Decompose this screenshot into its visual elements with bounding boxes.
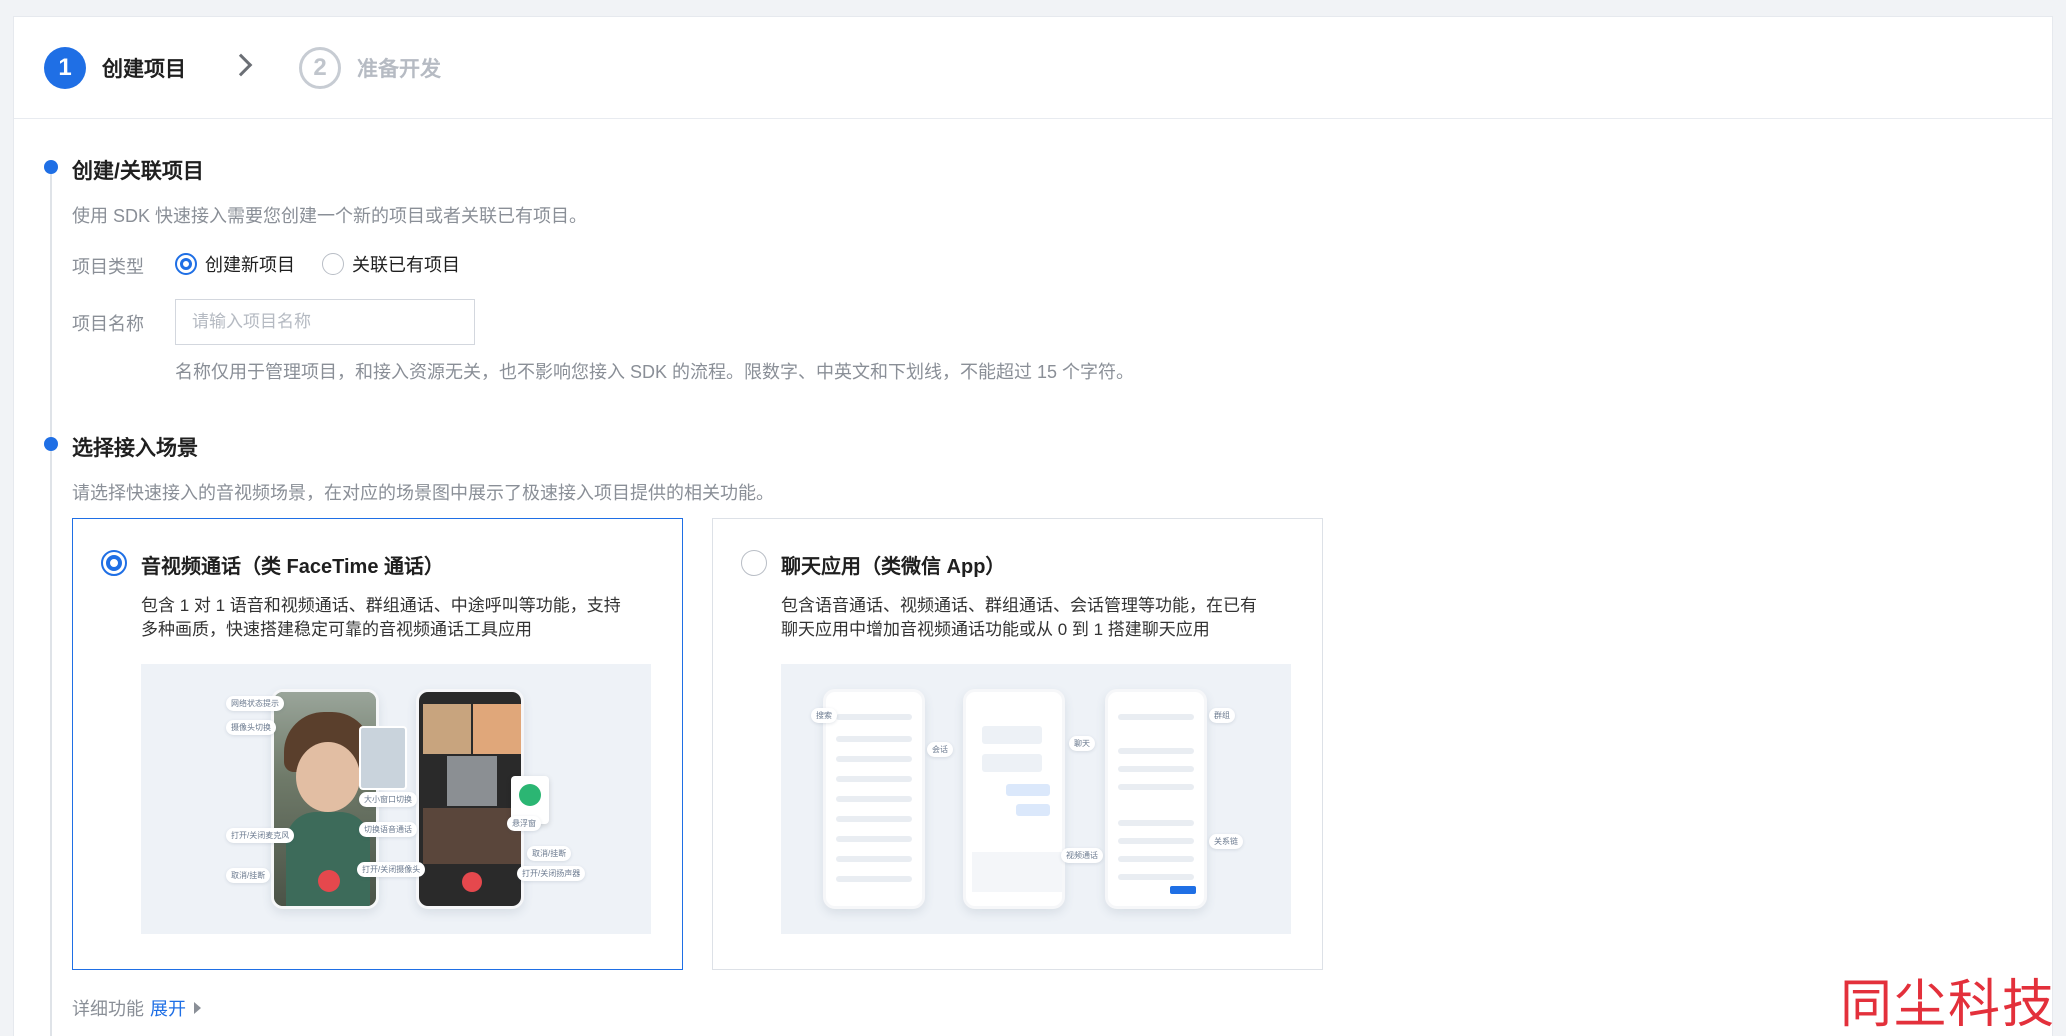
small-window	[359, 726, 407, 790]
radio-link-existing[interactable]: 关联已有项目	[322, 251, 460, 277]
section-title-scene: 选择接入场景	[72, 437, 198, 460]
feature-tag: 取消/挂断	[226, 868, 271, 883]
video-tile	[447, 756, 497, 806]
project-name-input[interactable]	[175, 299, 475, 345]
list-item	[836, 756, 912, 762]
timeline-dot	[44, 437, 58, 451]
feature-tag: 打开/关闭摄像头	[357, 862, 426, 877]
scene-desc-line: 聊天应用中增加音视频通话功能或从 0 到 1 搭建聊天应用	[781, 620, 1210, 639]
list-item	[1118, 874, 1194, 880]
radio-checked-icon	[175, 253, 197, 275]
timeline-line	[50, 167, 52, 1036]
search-bar	[836, 714, 912, 720]
video-tile	[423, 808, 521, 864]
feature-tag: 悬浮窗	[507, 816, 541, 831]
scene-card-av-call[interactable]: 音视频通话（类 FaceTime 通话） 包含 1 对 1 语音和视频通话、群组…	[72, 518, 683, 970]
feature-tag: 群组	[1209, 708, 1235, 723]
scene-description: 包含语音通话、视频通话、群组通话、会话管理等功能，在已有 聊天应用中增加音视频通…	[781, 594, 1301, 642]
step-2-number: 2	[299, 47, 341, 89]
feature-tag: 打开/关闭麦克风	[226, 828, 295, 843]
scene-title: 聊天应用（类微信 App）	[781, 556, 1006, 578]
list-item	[1118, 784, 1194, 790]
chevron-right-icon	[229, 53, 253, 77]
list-item	[836, 736, 912, 742]
feature-tag: 大小窗口切换	[359, 792, 417, 807]
step-create-project[interactable]: 1 创建项目	[44, 46, 186, 90]
main-card: 1 创建项目 2 准备开发 创建/关联项目 使用 SDK 快速接入需要您创建一个…	[13, 16, 2053, 1036]
list-item	[836, 796, 912, 802]
list-item	[1118, 766, 1194, 772]
video-tile	[423, 704, 471, 754]
list-item	[1118, 820, 1194, 826]
watermark: 同尘科技	[1840, 977, 2057, 1034]
phone-mockup-chat	[963, 689, 1065, 909]
steps-bar: 1 创建项目 2 准备开发	[14, 17, 2052, 119]
scene-desc-line: 包含 1 对 1 语音和视频通话、群组通话、中途呼叫等功能，支持	[141, 596, 621, 615]
feature-tag: 会话	[927, 742, 953, 757]
step-1-label: 创建项目	[102, 58, 186, 81]
list-item	[836, 856, 912, 862]
list-item	[1118, 838, 1194, 844]
list-item	[1118, 856, 1194, 862]
feature-tag: 网络状态提示	[226, 696, 284, 711]
project-name-label: 项目名称	[72, 314, 144, 334]
step-prepare-dev[interactable]: 2 准备开发	[299, 46, 441, 90]
feature-tag: 切换语音通话	[359, 822, 417, 837]
list-item	[836, 776, 912, 782]
person-face	[296, 742, 360, 812]
search-bar	[1118, 714, 1194, 720]
feature-tag: 聊天	[1069, 736, 1095, 751]
scene-illustration-av-call: 网络状态提示 摄像头切换 打开/关闭麦克风 取消/挂断 大小窗口切换 切换语音通…	[141, 664, 651, 934]
feature-tag: 取消/挂断	[527, 846, 572, 861]
radio-unchecked-icon[interactable]	[741, 550, 767, 576]
video-tile	[473, 704, 521, 754]
radio-create-new-label: 创建新项目	[205, 255, 295, 275]
list-item	[836, 816, 912, 822]
hangup-icon	[318, 870, 340, 892]
chat-bubble	[1006, 784, 1050, 796]
confirm-button	[1170, 886, 1196, 894]
section-title-create: 创建/关联项目	[72, 160, 204, 183]
radio-checked-icon[interactable]	[101, 550, 127, 576]
project-type-label: 项目类型	[72, 257, 144, 277]
step-2-label: 准备开发	[357, 58, 441, 81]
input-panel	[972, 852, 1062, 892]
chat-bubble	[982, 726, 1042, 744]
list-item	[836, 876, 912, 882]
detail-label: 详细功能	[72, 999, 144, 1019]
step-1-number: 1	[44, 47, 86, 89]
scene-card-chat-app[interactable]: 聊天应用（类微信 App） 包含语音通话、视频通话、群组通话、会话管理等功能，在…	[712, 518, 1323, 970]
scene-desc-line: 包含语音通话、视频通话、群组通话、会话管理等功能，在已有	[781, 596, 1257, 615]
feature-tag: 打开/关闭扬声器	[517, 866, 586, 881]
project-name-hint: 名称仅用于管理项目，和接入资源无关，也不影响您接入 SDK 的流程。限数字、中英…	[175, 362, 1135, 382]
person-body	[286, 812, 370, 906]
list-item	[1118, 748, 1194, 754]
caret-right-icon[interactable]	[194, 1002, 201, 1014]
section-description: 使用 SDK 快速接入需要您创建一个新的项目或者关联已有项目。	[72, 206, 588, 226]
list-item	[836, 836, 912, 842]
phone-icon	[519, 784, 541, 806]
phone-mockup-group	[1105, 689, 1207, 909]
scene-title: 音视频通话（类 FaceTime 通话）	[141, 556, 445, 578]
scene-illustration-chat-app: 搜索 会话 聊天 视频通话 群组 关系链	[781, 664, 1291, 934]
chat-bubble	[1016, 804, 1050, 816]
radio-unchecked-icon	[322, 253, 344, 275]
timeline-dot	[44, 160, 58, 174]
radio-create-new[interactable]: 创建新项目	[175, 251, 295, 277]
phone-mockup-conversations	[823, 689, 925, 909]
feature-tag: 视频通话	[1061, 848, 1103, 863]
scene-description: 包含 1 对 1 语音和视频通话、群组通话、中途呼叫等功能，支持 多种画质，快速…	[141, 594, 661, 642]
feature-tag: 摄像头切换	[226, 720, 276, 735]
radio-link-existing-label: 关联已有项目	[352, 255, 460, 275]
expand-link[interactable]: 展开	[150, 995, 186, 1021]
section-description: 请选择快速接入的音视频场景，在对应的场景图中展示了极速接入项目提供的相关功能。	[72, 483, 774, 503]
feature-tag: 搜索	[811, 708, 837, 723]
chat-bubble	[982, 754, 1042, 772]
phone-mockup	[416, 689, 524, 909]
feature-tag: 关系链	[1209, 834, 1243, 849]
detail-features: 详细功能 展开	[72, 995, 201, 1021]
hangup-icon	[462, 872, 482, 892]
scene-desc-line: 多种画质，快速搭建稳定可靠的音视频通话工具应用	[141, 620, 532, 639]
